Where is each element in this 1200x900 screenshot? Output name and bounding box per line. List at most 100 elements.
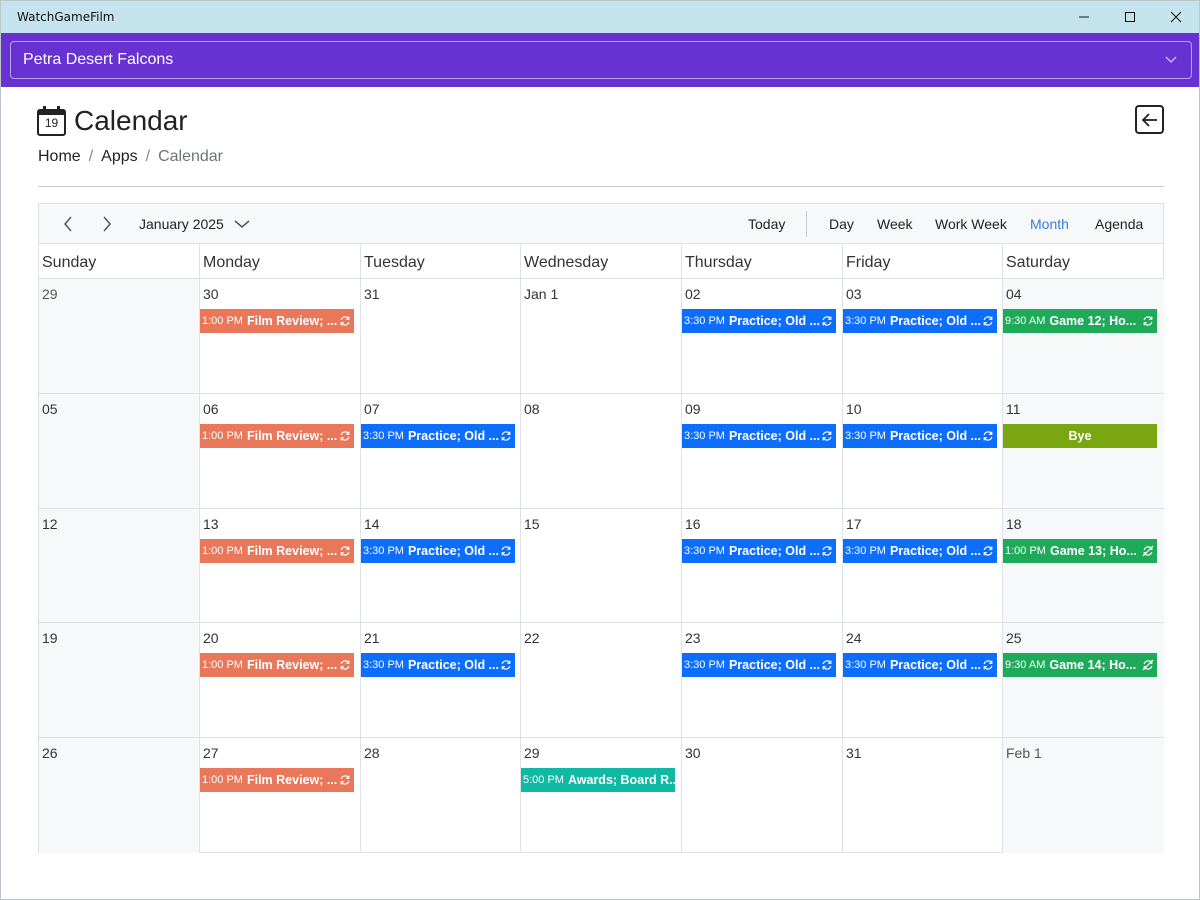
recurring-icon	[983, 431, 993, 441]
calendar-event-practice[interactable]: 3:30 PM Practice; Old ...	[361, 653, 515, 677]
calendar-event-game[interactable]: 9:30 AM Game 12; Ho...	[1003, 309, 1157, 333]
calendar-event-practice[interactable]: 3:30 PM Practice; Old ...	[682, 309, 836, 333]
close-window-button[interactable]	[1153, 1, 1199, 33]
day-number: 13	[203, 516, 219, 532]
view-week-button[interactable]: Week	[877, 204, 913, 244]
day-cell[interactable]: 08	[521, 394, 682, 509]
day-cell[interactable]: 28	[361, 738, 521, 853]
calendar-event-practice[interactable]: 3:30 PM Practice; Old ...	[682, 424, 836, 448]
day-cell[interactable]: 05	[39, 394, 200, 509]
day-cell[interactable]: 26	[39, 738, 200, 853]
day-cell[interactable]: 07 3:30 PM Practice; Old ...	[361, 394, 521, 509]
view-day-button[interactable]: Day	[829, 204, 854, 244]
day-cell[interactable]: 23 3:30 PM Practice; Old ...	[682, 623, 843, 738]
calendar-event-practice[interactable]: 3:30 PM Practice; Old ...	[843, 539, 997, 563]
event-title: Game 14; Ho...	[1049, 658, 1137, 672]
calendar-event-practice[interactable]: 3:30 PM Practice; Old ...	[361, 539, 515, 563]
day-cell[interactable]: 15	[521, 509, 682, 623]
calendar-event-bye[interactable]: Bye	[1003, 424, 1157, 448]
day-cell[interactable]: 29	[39, 279, 200, 394]
day-number: 05	[42, 401, 58, 417]
calendar-event-game[interactable]: 1:00 PM Game 13; Ho...	[1003, 539, 1157, 563]
breadcrumb: Home / Apps / Calendar	[38, 148, 223, 166]
view-month-button[interactable]: Month	[1030, 204, 1069, 244]
day-cell[interactable]: 06 1:00 PM Film Review; ...	[200, 394, 361, 509]
view-agenda-button[interactable]: Agenda	[1095, 204, 1143, 244]
day-cell[interactable]: 31	[361, 279, 521, 394]
day-cell[interactable]: 02 3:30 PM Practice; Old ...	[682, 279, 843, 394]
minimize-button[interactable]	[1061, 1, 1107, 33]
day-cell[interactable]: 25 9:30 AM Game 14; Ho...	[1003, 623, 1164, 738]
header-divider	[38, 186, 1164, 187]
calendar-event-practice[interactable]: 3:30 PM Practice; Old ...	[843, 424, 997, 448]
event-time: 3:30 PM	[845, 315, 886, 327]
day-cell[interactable]: Jan 1	[521, 279, 682, 394]
calendar-icon: 19	[37, 106, 66, 136]
recurring-icon	[501, 431, 511, 441]
calendar-event-film-review[interactable]: 1:00 PM Film Review; ...	[200, 768, 354, 792]
calendar-event-film-review[interactable]: 1:00 PM Film Review; ...	[200, 653, 354, 677]
event-title: Film Review; ...	[246, 544, 338, 558]
day-cell[interactable]: 27 1:00 PM Film Review; ...	[200, 738, 361, 853]
day-cell[interactable]: 20 1:00 PM Film Review; ...	[200, 623, 361, 738]
day-number: 10	[846, 401, 862, 417]
event-title: Practice; Old ...	[889, 314, 981, 328]
day-cell[interactable]: 30	[682, 738, 843, 853]
calendar-event-awards[interactable]: 5:00 PM Awards; Board R...	[521, 768, 675, 792]
view-work-week-button[interactable]: Work Week	[935, 204, 1007, 244]
previous-month-button[interactable]	[58, 214, 78, 234]
event-time: 1:00 PM	[202, 659, 243, 671]
day-cell[interactable]: 19	[39, 623, 200, 738]
day-cell[interactable]: 30 1:00 PM Film Review; ...	[200, 279, 361, 394]
recurring-exception-icon	[1142, 545, 1154, 557]
calendar-event-practice[interactable]: 3:30 PM Practice; Old ...	[843, 309, 997, 333]
calendar-event-film-review[interactable]: 1:00 PM Film Review; ...	[200, 309, 354, 333]
month-picker[interactable]: January 2025	[139, 204, 250, 244]
calendar-event-practice[interactable]: 3:30 PM Practice; Old ...	[843, 653, 997, 677]
event-time: 3:30 PM	[684, 315, 725, 327]
calendar-event-practice[interactable]: 3:30 PM Practice; Old ...	[361, 424, 515, 448]
day-cell[interactable]: 12	[39, 509, 200, 623]
day-number: 31	[846, 745, 862, 761]
breadcrumb-apps[interactable]: Apps	[101, 148, 137, 166]
day-number: 21	[364, 630, 380, 646]
day-cell[interactable]: Feb 1	[1003, 738, 1164, 853]
day-cell[interactable]: 11 Bye	[1003, 394, 1164, 509]
day-number: 04	[1006, 286, 1022, 302]
day-cell[interactable]: 16 3:30 PM Practice; Old ...	[682, 509, 843, 623]
event-time: 1:00 PM	[202, 430, 243, 442]
day-cell[interactable]: 17 3:30 PM Practice; Old ...	[843, 509, 1003, 623]
day-cell[interactable]: 29 5:00 PM Awards; Board R...	[521, 738, 682, 853]
calendar-event-practice[interactable]: 3:30 PM Practice; Old ...	[682, 539, 836, 563]
calendar-event-game[interactable]: 9:30 AM Game 14; Ho...	[1003, 653, 1157, 677]
day-number: 06	[203, 401, 219, 417]
maximize-button[interactable]	[1107, 1, 1153, 33]
chevron-down-icon	[1165, 56, 1177, 63]
event-time: 3:30 PM	[363, 659, 404, 671]
calendar-event-practice[interactable]: 3:30 PM Practice; Old ...	[682, 653, 836, 677]
day-cell[interactable]: 04 9:30 AM Game 12; Ho...	[1003, 279, 1164, 394]
event-title: Practice; Old ...	[407, 544, 499, 558]
day-cell[interactable]: 14 3:30 PM Practice; Old ...	[361, 509, 521, 623]
today-button[interactable]: Today	[748, 204, 785, 244]
day-number: 22	[524, 630, 540, 646]
breadcrumb-home[interactable]: Home	[38, 148, 81, 166]
day-of-week-friday: Friday	[843, 244, 1003, 279]
day-cell[interactable]: 22	[521, 623, 682, 738]
next-month-button[interactable]	[97, 214, 117, 234]
day-cell[interactable]: 24 3:30 PM Practice; Old ...	[843, 623, 1003, 738]
day-cell[interactable]: 31	[843, 738, 1003, 853]
recurring-icon	[501, 546, 511, 556]
day-cell[interactable]: 03 3:30 PM Practice; Old ...	[843, 279, 1003, 394]
calendar-event-film-review[interactable]: 1:00 PM Film Review; ...	[200, 424, 354, 448]
calendar-event-film-review[interactable]: 1:00 PM Film Review; ...	[200, 539, 354, 563]
team-select[interactable]: Petra Desert Falcons	[10, 41, 1192, 79]
day-cell[interactable]: 21 3:30 PM Practice; Old ...	[361, 623, 521, 738]
day-cell[interactable]: 10 3:30 PM Practice; Old ...	[843, 394, 1003, 509]
recurring-icon	[983, 546, 993, 556]
day-cell[interactable]: 09 3:30 PM Practice; Old ...	[682, 394, 843, 509]
day-cell[interactable]: 13 1:00 PM Film Review; ...	[200, 509, 361, 623]
day-cell[interactable]: 18 1:00 PM Game 13; Ho...	[1003, 509, 1164, 623]
window-title-bar: WatchGameFilm	[1, 1, 1199, 33]
back-button[interactable]	[1135, 105, 1164, 134]
